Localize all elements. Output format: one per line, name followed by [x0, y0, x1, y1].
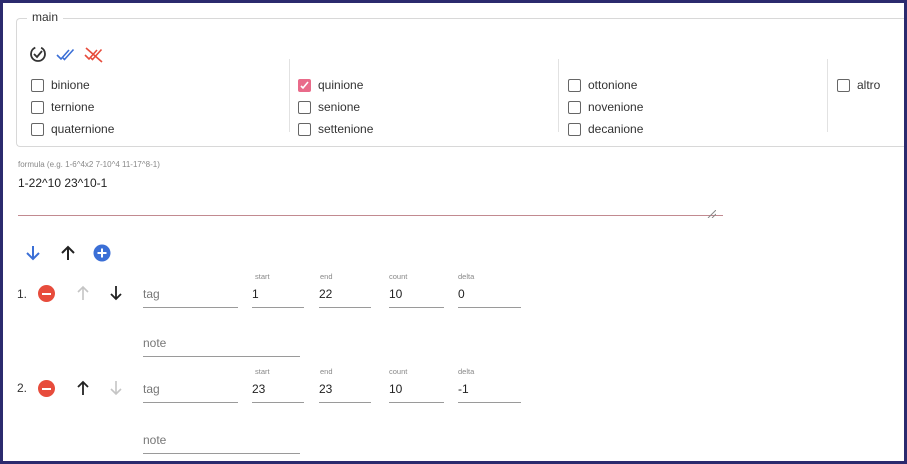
field-underline: [389, 402, 444, 403]
check-all-icon[interactable]: [55, 43, 77, 65]
checkbox-column-2: quinione senione settenione: [298, 74, 373, 140]
count-label: count: [389, 367, 408, 376]
fieldset-legend: main: [27, 10, 64, 24]
checkbox-box[interactable]: [568, 78, 581, 92]
checkbox-label: quaternione: [51, 122, 115, 136]
checkbox-ottonione[interactable]: ottonione: [568, 74, 643, 96]
end-label: end: [320, 272, 333, 281]
move-up-icon[interactable]: [75, 379, 91, 397]
checkbox-box[interactable]: [31, 122, 44, 136]
checkbox-column-1: binione ternione quaternione: [31, 74, 114, 140]
field-underline: [143, 356, 300, 357]
checkbox-quinione[interactable]: quinione: [298, 74, 373, 96]
column-divider: [558, 59, 559, 132]
main-fieldset: main binione ternione quaternione quinio…: [16, 10, 904, 147]
checkbox-box[interactable]: [837, 78, 850, 92]
start-label: start: [255, 272, 270, 281]
note-placeholder: note: [143, 433, 167, 447]
checkbox-box[interactable]: [568, 122, 581, 136]
row-number: 2.: [17, 381, 28, 395]
end-label: end: [320, 367, 333, 376]
checkbox-novenione[interactable]: novenione: [568, 96, 643, 118]
cycle-icon[interactable]: [27, 43, 49, 65]
remove-circle-icon[interactable]: [38, 380, 55, 397]
checkbox-box[interactable]: [298, 100, 311, 114]
field-underline: [143, 402, 238, 403]
formula-label: formula (e.g. 1-6^4x2 7-10^4 11-17^8-1): [18, 160, 160, 169]
checkbox-altro[interactable]: altro: [837, 74, 880, 96]
delta-label: delta: [458, 272, 475, 281]
row-number: 1.: [17, 287, 28, 301]
delta-value: -1: [458, 382, 469, 396]
checkbox-ternione[interactable]: ternione: [31, 96, 114, 118]
formula-textarea[interactable]: 1-22^10 23^10-1: [18, 176, 107, 190]
field-underline: [458, 307, 521, 308]
checkbox-label: novenione: [588, 100, 644, 114]
tag-placeholder: tag: [143, 382, 160, 396]
field-underline: [319, 402, 371, 403]
checkbox-senione[interactable]: senione: [298, 96, 373, 118]
checkbox-box[interactable]: [31, 100, 44, 114]
column-divider: [289, 59, 290, 132]
checkbox-label: ottonione: [588, 78, 638, 92]
field-underline: [319, 307, 371, 308]
checkbox-settenione[interactable]: settenione: [298, 118, 373, 140]
app-frame: main binione ternione quaternione quinio…: [3, 3, 904, 461]
end-value: 22: [319, 287, 333, 301]
checkbox-label: altro: [857, 78, 881, 92]
field-underline: [143, 453, 300, 454]
checkbox-label: settenione: [318, 122, 374, 136]
checkbox-label: binione: [51, 78, 90, 92]
checkbox-box[interactable]: [31, 78, 44, 92]
field-underline: [252, 402, 304, 403]
checkbox-decanione[interactable]: decanione: [568, 118, 643, 140]
checkbox-label: decanione: [588, 122, 644, 136]
checkbox-label: quinione: [318, 78, 364, 92]
resize-handle-icon[interactable]: [706, 205, 717, 219]
delta-value: 0: [458, 287, 465, 301]
checkbox-label: ternione: [51, 100, 95, 114]
arrow-down-icon[interactable]: [23, 243, 43, 263]
move-down-icon: [108, 379, 124, 397]
checkbox-box[interactable]: [298, 78, 311, 92]
checkbox-box[interactable]: [298, 122, 311, 136]
checkbox-quaternione[interactable]: quaternione: [31, 118, 114, 140]
note-placeholder: note: [143, 336, 167, 350]
start-value: 1: [252, 287, 259, 301]
arrow-up-icon[interactable]: [58, 243, 78, 263]
checkbox-box[interactable]: [568, 100, 581, 114]
uncheck-all-icon[interactable]: [83, 43, 105, 65]
field-underline: [458, 402, 521, 403]
checkbox-column-3: ottonione novenione decanione: [568, 74, 643, 140]
column-divider: [827, 59, 828, 132]
checkbox-column-4: altro: [837, 74, 880, 96]
field-underline: [389, 307, 444, 308]
field-underline: [252, 307, 304, 308]
count-value: 10: [389, 287, 403, 301]
remove-circle-icon[interactable]: [38, 285, 55, 302]
end-value: 23: [319, 382, 333, 396]
checkbox-binione[interactable]: binione: [31, 74, 114, 96]
delta-label: delta: [458, 367, 475, 376]
start-label: start: [255, 367, 270, 376]
checkbox-label: senione: [318, 100, 361, 114]
move-down-icon[interactable]: [108, 284, 124, 302]
count-label: count: [389, 272, 408, 281]
count-value: 10: [389, 382, 403, 396]
move-up-icon: [75, 284, 91, 302]
formula-underline: [18, 215, 723, 216]
field-underline: [143, 307, 238, 308]
tag-placeholder: tag: [143, 287, 160, 301]
start-value: 23: [252, 382, 266, 396]
add-circle-icon[interactable]: [92, 243, 112, 263]
